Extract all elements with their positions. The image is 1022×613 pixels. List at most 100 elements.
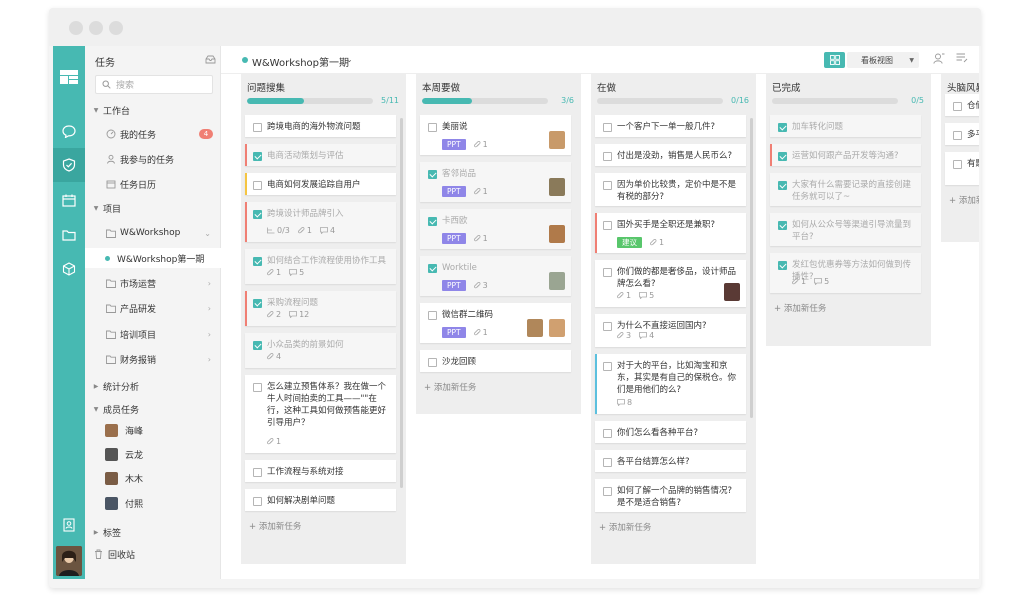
task-checkbox[interactable]: [253, 123, 262, 132]
task-card[interactable]: 加车转化问题: [770, 115, 921, 137]
task-checkbox[interactable]: [253, 383, 262, 392]
column-scrollbar[interactable]: [400, 118, 403, 488]
task-checkbox[interactable]: [778, 123, 787, 132]
app-logo-icon[interactable]: [53, 60, 85, 94]
task-card[interactable]: 运营如何跟产品开发等沟通?: [770, 144, 921, 166]
close-window-button[interactable]: [69, 21, 83, 35]
task-card[interactable]: 卡西欧 PPT 1: [420, 209, 571, 249]
add-task-button[interactable]: + 添加新任务: [424, 381, 476, 393]
task-card[interactable]: 各平台结算怎么样?: [595, 450, 746, 472]
view-select[interactable]: 看板视图 ▼: [847, 52, 919, 68]
task-checkbox[interactable]: [778, 261, 787, 270]
task-card[interactable]: 微信群二维码 PPT 1: [420, 303, 571, 343]
task-checkbox[interactable]: [253, 257, 262, 266]
task-checkbox[interactable]: [428, 170, 437, 179]
task-card[interactable]: 客邻尚品 PPT 1: [420, 162, 571, 202]
inbox-icon[interactable]: [205, 55, 216, 67]
task-card[interactable]: 沙龙回顾: [420, 350, 571, 372]
chevron-right-icon[interactable]: ›: [208, 355, 211, 364]
task-checkbox[interactable]: [953, 102, 962, 111]
add-task-button[interactable]: + 添加新任务: [249, 520, 301, 532]
task-checkbox[interactable]: [603, 429, 612, 438]
contacts-icon[interactable]: [53, 508, 85, 542]
task-card[interactable]: 工作流程与系统对接: [245, 460, 396, 482]
task-checkbox[interactable]: [428, 358, 437, 367]
chevron-right-icon[interactable]: ›: [208, 330, 211, 339]
task-checkbox[interactable]: [778, 221, 787, 230]
section-projects[interactable]: ▼ 项目: [85, 198, 221, 218]
task-checkbox[interactable]: [253, 299, 262, 308]
messages-icon[interactable]: [53, 114, 85, 148]
sidebar-member[interactable]: 海峰: [85, 420, 221, 440]
sidebar-item-participated[interactable]: 我参与的任务: [85, 149, 221, 169]
task-card[interactable]: 仓储: [945, 94, 979, 116]
task-checkbox[interactable]: [778, 181, 787, 190]
section-tags[interactable]: ▶ 标签: [85, 522, 221, 542]
section-members[interactable]: ▼ 成员任务: [85, 399, 221, 419]
task-card[interactable]: 采购流程问题 2 12: [245, 291, 396, 326]
sidebar-member[interactable]: 付熙: [85, 493, 221, 513]
task-checkbox[interactable]: [253, 181, 262, 190]
task-card[interactable]: 如何了解一个品牌的销售情况? 是不是适合销售?: [595, 479, 746, 512]
task-card[interactable]: 你们做的都是奢侈品，设计师品牌怎么看? 1 5: [595, 260, 746, 307]
sidebar-item-project-market[interactable]: 市场运营 ›: [85, 273, 221, 293]
task-card[interactable]: 付出是没劲，销售是人民币么?: [595, 144, 746, 166]
sidebar-item-project-workshop-1[interactable]: W&Workshop第一期: [85, 248, 221, 268]
task-checkbox[interactable]: [603, 362, 612, 371]
calendar-icon[interactable]: [53, 183, 85, 217]
column-scrollbar[interactable]: [750, 118, 753, 418]
menu-icon[interactable]: [956, 53, 968, 66]
chevron-right-icon[interactable]: ›: [208, 279, 211, 288]
chevron-down-icon[interactable]: ⌄: [346, 55, 353, 64]
task-card[interactable]: 对于大的平台，比如淘宝和京东，其实是有自己的保税仓。你们是用他们的么? 8: [595, 354, 746, 414]
task-checkbox[interactable]: [253, 497, 262, 506]
project-title[interactable]: W&Workshop第一期: [252, 54, 349, 69]
chevron-right-icon[interactable]: ›: [208, 304, 211, 313]
task-checkbox[interactable]: [428, 311, 437, 320]
task-checkbox[interactable]: [778, 152, 787, 161]
sidebar-member[interactable]: 云龙: [85, 444, 221, 464]
task-checkbox[interactable]: [253, 210, 262, 219]
minimize-window-button[interactable]: [89, 21, 103, 35]
sidebar-item-project-finance[interactable]: 财务报销 ›: [85, 349, 221, 369]
task-checkbox[interactable]: [603, 152, 612, 161]
user-avatar[interactable]: [56, 546, 82, 576]
task-card[interactable]: 电商活动策划与评估: [245, 144, 396, 166]
task-checkbox[interactable]: [603, 221, 612, 230]
task-checkbox[interactable]: [603, 458, 612, 467]
add-task-button[interactable]: + 添加新任务: [599, 521, 651, 533]
sidebar-item-project-training[interactable]: 培训项目 ›: [85, 324, 221, 344]
task-card[interactable]: 跨境电商的海外物流问题: [245, 115, 396, 137]
task-checkbox[interactable]: [428, 217, 437, 226]
sidebar-item-my-tasks[interactable]: 我的任务 4: [85, 124, 221, 144]
task-card[interactable]: 为什么不直接运回国内? 3 4: [595, 314, 746, 347]
task-card[interactable]: 国外买手是全职还是兼职? 建议 1: [595, 213, 746, 253]
cube-icon[interactable]: [53, 252, 85, 286]
tasks-icon[interactable]: [53, 148, 85, 182]
board-view-icon[interactable]: [824, 52, 845, 68]
task-checkbox[interactable]: [603, 268, 612, 277]
task-card[interactable]: 你们怎么看各种平台?: [595, 421, 746, 443]
task-card[interactable]: 因为单价比较贵，定价中是不是有税的部分?: [595, 173, 746, 206]
task-card[interactable]: 如何结合工作流程使用协作工具 1 5: [245, 249, 396, 284]
task-card[interactable]: 如何从公众号等渠道引导流量到平台?: [770, 213, 921, 246]
task-card[interactable]: 如何解决剧单问题: [245, 489, 396, 511]
task-checkbox[interactable]: [603, 123, 612, 132]
sidebar-item-project-product[interactable]: 产品研发 ›: [85, 298, 221, 318]
task-checkbox[interactable]: [253, 468, 262, 477]
sidebar-item-project-workshop[interactable]: W&Workshop ⌄: [85, 223, 221, 243]
sidebar-item-calendar[interactable]: 任务日历: [85, 174, 221, 194]
task-checkbox[interactable]: [428, 123, 437, 132]
task-checkbox[interactable]: [253, 152, 262, 161]
task-card[interactable]: 怎么建立预售体系？我在做一个牛人时间拍卖的工具——""在行，这种工具如何做预售能…: [245, 375, 396, 453]
task-checkbox[interactable]: [603, 181, 612, 190]
chevron-down-icon[interactable]: ⌄: [204, 229, 211, 238]
task-checkbox[interactable]: [603, 322, 612, 331]
task-card[interactable]: 一个客户下一单一般几件?: [595, 115, 746, 137]
section-workspace[interactable]: ▼ 工作台: [85, 100, 221, 120]
task-checkbox[interactable]: [428, 264, 437, 273]
sidebar-member[interactable]: 木木: [85, 468, 221, 488]
task-card[interactable]: 大家有什么需要记录的直接创建任务就可以了~: [770, 173, 921, 206]
task-checkbox[interactable]: [253, 341, 262, 350]
task-card[interactable]: 有题有什: [945, 152, 979, 185]
